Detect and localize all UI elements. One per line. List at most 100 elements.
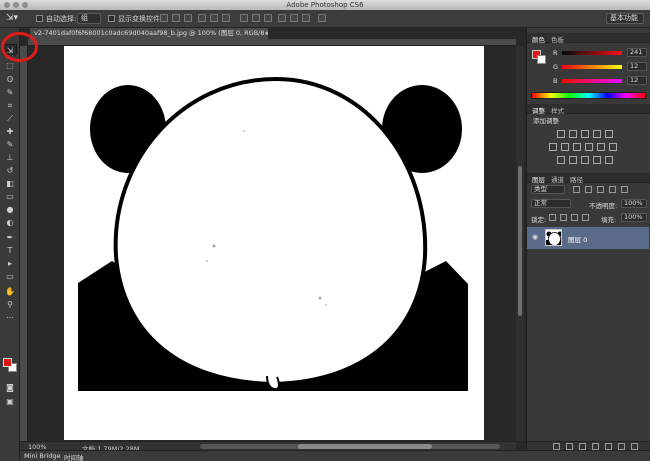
selective-color-icon[interactable] xyxy=(605,156,613,164)
healing-brush-icon[interactable]: ✚ xyxy=(3,126,17,137)
filter-smart-icon[interactable] xyxy=(621,186,628,193)
extra-tools-icon[interactable]: ⋯ xyxy=(3,312,17,323)
align-hcenter-icon[interactable] xyxy=(210,14,218,22)
photo-filter-icon[interactable] xyxy=(585,143,593,151)
opacity-input[interactable]: 100% xyxy=(621,199,647,208)
shape-tool-icon[interactable]: ▭ xyxy=(3,271,17,282)
hand-tool-icon[interactable]: ✋ xyxy=(3,286,17,297)
color-panel-background[interactable] xyxy=(537,55,546,64)
tools-panel: ⇲ ⬚ ʘ ✎ ⌗ ⟋ ✚ ✎ ⊥ ↺ ◧ ▭ ● ◐ ✒ T ▸ ▭ ✋ ⚲ … xyxy=(0,28,20,461)
tab-styles[interactable]: 样式 xyxy=(551,105,564,115)
align-top-icon[interactable] xyxy=(160,14,168,22)
new-adjustment-layer-icon[interactable] xyxy=(592,443,599,450)
align-bottom-icon[interactable] xyxy=(184,14,192,22)
brush-tool-icon[interactable]: ✎ xyxy=(3,139,17,150)
quick-mask-icon[interactable]: ◙ xyxy=(3,382,17,393)
gradient-map-icon[interactable] xyxy=(593,156,601,164)
auto-select-dropdown[interactable]: 组 xyxy=(77,13,101,24)
lock-transparent-icon[interactable] xyxy=(549,214,556,221)
delete-layer-icon[interactable] xyxy=(631,443,638,450)
color-lookup-icon[interactable] xyxy=(609,143,617,151)
distribute-left-icon[interactable] xyxy=(278,14,286,22)
gradient-tool-icon[interactable]: ▭ xyxy=(3,191,17,202)
new-layer-icon[interactable] xyxy=(618,443,625,450)
distribute-vcenter-icon[interactable] xyxy=(252,14,260,22)
foreground-color-swatch[interactable] xyxy=(3,358,12,367)
zoom-tool-icon[interactable]: ⚲ xyxy=(3,299,17,310)
fill-input[interactable]: 100% xyxy=(621,213,647,222)
quick-select-tool-icon[interactable]: ✎ xyxy=(3,87,17,98)
blur-tool-icon[interactable]: ● xyxy=(3,204,17,215)
color-spectrum[interactable] xyxy=(531,92,646,99)
curves-icon[interactable] xyxy=(581,130,589,138)
visibility-eye-icon[interactable]: ◉ xyxy=(532,233,540,241)
vibrance-icon[interactable] xyxy=(605,130,613,138)
lock-all-icon[interactable] xyxy=(582,214,589,221)
distribute-top-icon[interactable] xyxy=(240,14,248,22)
crop-tool-icon[interactable]: ⌗ xyxy=(3,100,17,111)
levels-icon[interactable] xyxy=(569,130,577,138)
timeline-tab[interactable]: 时间轴 xyxy=(64,452,84,461)
layer-style-icon[interactable] xyxy=(566,443,573,450)
align-left-icon[interactable] xyxy=(198,14,206,22)
dodge-tool-icon[interactable]: ◐ xyxy=(3,217,17,228)
path-select-icon[interactable]: ▸ xyxy=(3,258,17,269)
distribute-bottom-icon[interactable] xyxy=(264,14,272,22)
history-brush-icon[interactable]: ↺ xyxy=(3,165,17,176)
distribute-right-icon[interactable] xyxy=(302,14,310,22)
color-balance-icon[interactable] xyxy=(561,143,569,151)
hue-saturation-icon[interactable] xyxy=(549,143,557,151)
auto-select-checkbox[interactable] xyxy=(36,15,43,22)
distribute-hcenter-icon[interactable] xyxy=(290,14,298,22)
move-tool-preset-icon[interactable]: ⇲▾ xyxy=(6,13,28,25)
new-group-icon[interactable] xyxy=(605,443,612,450)
filter-type-icon[interactable] xyxy=(597,186,604,193)
channel-mixer-icon[interactable] xyxy=(597,143,605,151)
channel-g-slider[interactable] xyxy=(562,65,622,69)
align-right-icon[interactable] xyxy=(222,14,230,22)
threshold-icon[interactable] xyxy=(581,156,589,164)
tab-channels[interactable]: 通道 xyxy=(551,174,564,184)
show-transform-checkbox[interactable] xyxy=(108,15,115,22)
tab-color[interactable]: 颜色 xyxy=(532,34,545,44)
tab-paths[interactable]: 路径 xyxy=(570,174,583,184)
pen-tool-icon[interactable]: ✒ xyxy=(3,232,17,243)
auto-align-icon[interactable] xyxy=(318,14,326,22)
eyedropper-tool-icon[interactable]: ⟋ xyxy=(3,113,17,124)
brightness-icon[interactable] xyxy=(557,130,565,138)
add-mask-icon[interactable] xyxy=(579,443,586,450)
channel-g-value[interactable]: 12 xyxy=(627,62,647,71)
filter-adjustment-icon[interactable] xyxy=(585,186,592,193)
align-vcenter-icon[interactable] xyxy=(172,14,180,22)
mini-bridge-tab[interactable]: Mini Bridge xyxy=(24,452,61,460)
document-canvas[interactable] xyxy=(64,46,484,440)
invert-icon[interactable] xyxy=(557,156,565,164)
clone-stamp-icon[interactable]: ⊥ xyxy=(3,152,17,163)
workspace-switcher[interactable]: 基本功能 xyxy=(606,13,644,24)
lock-position-icon[interactable] xyxy=(571,214,578,221)
tab-layers[interactable]: 图层 xyxy=(532,174,545,184)
blend-mode-dropdown[interactable]: 正常 xyxy=(531,199,571,208)
type-tool-icon[interactable]: T xyxy=(3,245,17,256)
lock-pixels-icon[interactable] xyxy=(560,214,567,221)
layer-row[interactable]: ◉ 图层 0 xyxy=(527,227,649,249)
filter-shape-icon[interactable] xyxy=(609,186,616,193)
exposure-icon[interactable] xyxy=(593,130,601,138)
black-white-icon[interactable] xyxy=(573,143,581,151)
tab-adjustments[interactable]: 调整 xyxy=(532,105,545,115)
filter-pixel-icon[interactable] xyxy=(573,186,580,193)
channel-b-slider[interactable] xyxy=(562,79,622,83)
channel-r-value[interactable]: 241 xyxy=(627,48,647,57)
tab-swatches[interactable]: 色板 xyxy=(551,34,564,44)
eraser-tool-icon[interactable]: ◧ xyxy=(3,178,17,189)
document-tab[interactable]: v2-7401daf0f6f68001c0adc69d040aaf98_b.jp… xyxy=(30,28,268,39)
posterize-icon[interactable] xyxy=(569,156,577,164)
channel-r-slider[interactable] xyxy=(562,51,622,55)
horizontal-scrollbar[interactable] xyxy=(200,444,500,449)
screen-mode-icon[interactable]: ▣ xyxy=(3,396,17,407)
link-layers-icon[interactable] xyxy=(553,443,560,450)
layer-filter-dropdown[interactable]: 类型 xyxy=(531,185,565,194)
channel-b-value[interactable]: 12 xyxy=(627,76,647,85)
vertical-scrollbar[interactable] xyxy=(516,46,524,441)
lasso-tool-icon[interactable]: ʘ xyxy=(3,74,17,85)
